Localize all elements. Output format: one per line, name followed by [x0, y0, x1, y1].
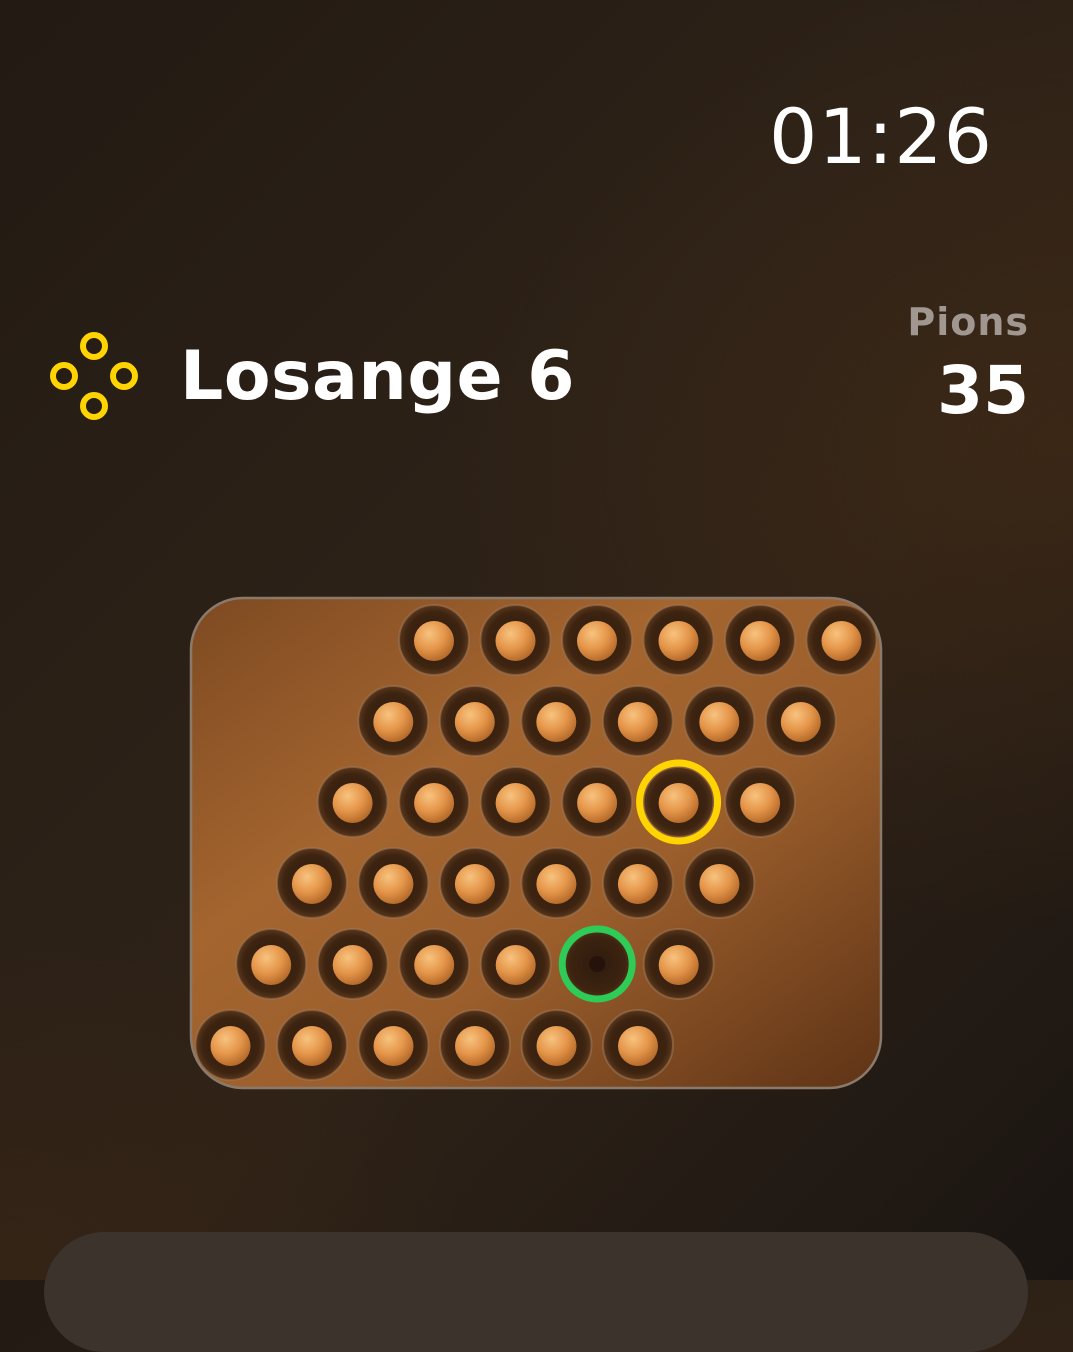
board-hole[interactable] — [602, 1009, 674, 1081]
peg[interactable] — [780, 702, 821, 742]
bottom-panel — [44, 1232, 1028, 1352]
board-hole[interactable] — [636, 759, 722, 845]
board-hole[interactable] — [520, 1009, 593, 1081]
board-hole[interactable] — [520, 847, 593, 919]
peg[interactable] — [210, 1026, 251, 1066]
peg[interactable] — [495, 783, 536, 823]
peg[interactable] — [292, 1026, 332, 1066]
peg[interactable] — [332, 945, 373, 985]
board-hole[interactable] — [642, 928, 715, 1000]
peg[interactable] — [454, 864, 495, 904]
peg[interactable] — [658, 945, 699, 985]
board-hole[interactable] — [276, 1009, 348, 1081]
peg[interactable] — [536, 702, 577, 742]
peg[interactable] — [414, 783, 455, 823]
board-hole[interactable] — [683, 847, 756, 919]
board-hole[interactable] — [479, 604, 552, 676]
peg[interactable] — [617, 864, 658, 904]
peg[interactable] — [536, 864, 577, 904]
peg[interactable] — [373, 1026, 414, 1066]
board-hole[interactable] — [683, 685, 756, 757]
peg[interactable] — [740, 783, 781, 823]
peg[interactable] — [821, 621, 862, 661]
peg[interactable] — [740, 621, 780, 661]
board-hole[interactable] — [479, 928, 552, 1000]
peg[interactable] — [577, 621, 617, 661]
peg[interactable] — [414, 621, 454, 661]
board-hole[interactable] — [316, 766, 389, 838]
board-hole[interactable] — [520, 685, 593, 757]
empty-hole-dot — [589, 956, 606, 972]
peg[interactable] — [495, 621, 536, 661]
peg[interactable] — [618, 1026, 658, 1066]
board-hole[interactable] — [642, 604, 715, 676]
peg[interactable] — [495, 945, 536, 985]
peg[interactable] — [699, 864, 740, 904]
board-hole[interactable] — [398, 604, 470, 676]
board-hole[interactable] — [724, 604, 796, 676]
board-hole[interactable] — [357, 1009, 430, 1081]
board-hole[interactable] — [561, 604, 633, 676]
peg[interactable] — [617, 702, 658, 742]
peg[interactable] — [699, 702, 740, 742]
board-hole[interactable] — [764, 685, 837, 757]
peg[interactable] — [536, 1026, 577, 1066]
board-hole[interactable] — [438, 847, 511, 919]
peg[interactable] — [414, 945, 455, 985]
board-hole[interactable] — [357, 847, 430, 919]
board-hole[interactable] — [724, 766, 797, 838]
board-hole[interactable] — [275, 847, 348, 919]
board-hole[interactable] — [438, 685, 511, 757]
peg[interactable] — [332, 783, 373, 823]
board-hole[interactable] — [316, 928, 389, 1000]
board-hole[interactable] — [479, 766, 552, 838]
board-hole[interactable] — [357, 685, 430, 757]
board-hole[interactable] — [194, 1009, 267, 1081]
peg[interactable] — [373, 702, 414, 742]
board-hole[interactable] — [398, 766, 471, 838]
board-hole[interactable] — [235, 928, 308, 1000]
game-board[interactable] — [0, 0, 1073, 1280]
peg[interactable] — [454, 702, 495, 742]
peg[interactable] — [577, 783, 618, 823]
board-hole[interactable] — [398, 928, 471, 1000]
board-hole[interactable] — [558, 925, 636, 1003]
peg[interactable] — [658, 783, 699, 823]
board-hole[interactable] — [601, 685, 674, 757]
board-hole[interactable] — [561, 766, 634, 838]
peg[interactable] — [251, 945, 292, 985]
board-hole[interactable] — [439, 1009, 511, 1081]
peg[interactable] — [455, 1026, 495, 1066]
peg[interactable] — [291, 864, 332, 904]
board-hole[interactable] — [601, 847, 674, 919]
peg[interactable] — [658, 621, 699, 661]
board-hole[interactable] — [805, 604, 878, 676]
peg[interactable] — [373, 864, 414, 904]
